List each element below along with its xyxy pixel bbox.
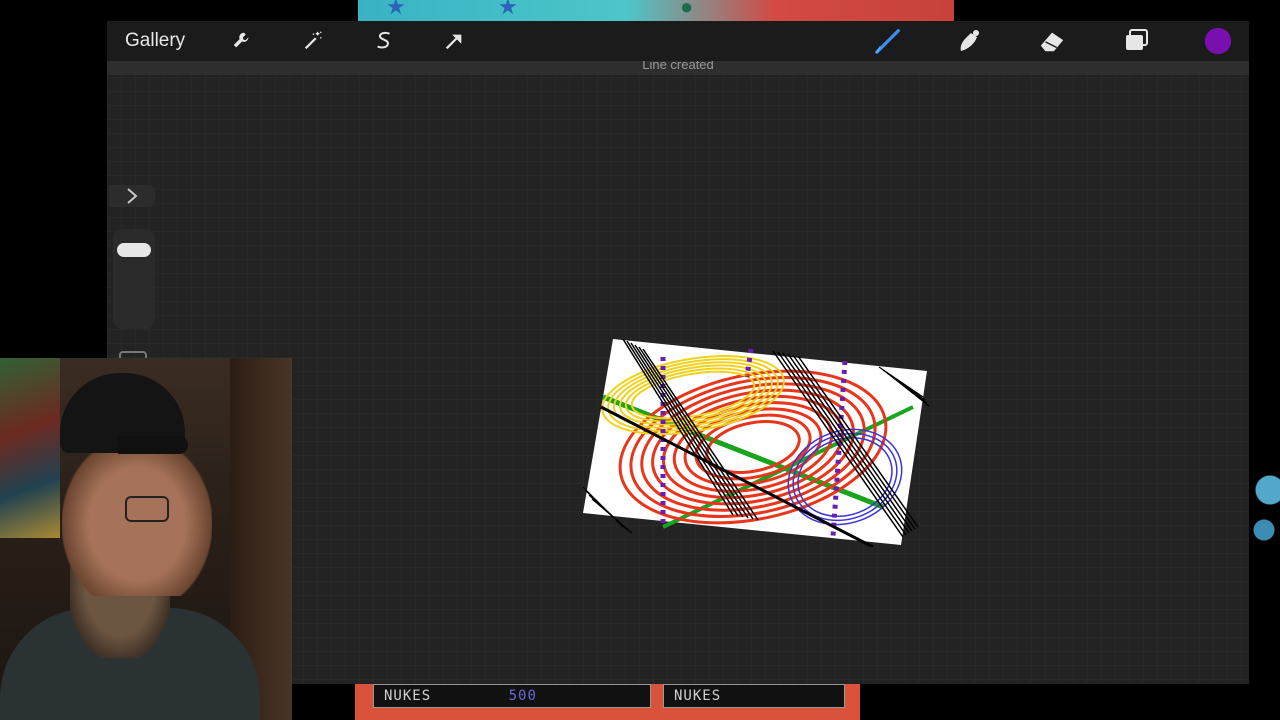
scoreboard-panel: NUKES: [663, 684, 845, 708]
background-game-scoreboard: NUKES 500 NUKES: [355, 684, 860, 720]
magic-wand-icon[interactable]: [299, 27, 327, 55]
background-game-art-top: ★ ★ ●: [358, 0, 954, 22]
top-toolbar: Gallery: [107, 21, 1249, 61]
scoreboard-score: 500: [508, 688, 537, 704]
background-game-art-right: [1250, 440, 1280, 570]
layers-icon[interactable]: [1122, 27, 1150, 55]
status-message: Line created: [642, 61, 714, 72]
gallery-button[interactable]: Gallery: [125, 30, 185, 52]
current-color-swatch: [1204, 27, 1232, 55]
selection-icon[interactable]: [370, 27, 398, 55]
scoreboard-label: NUKES: [674, 688, 722, 704]
chevron-right-icon: [127, 188, 138, 204]
brush-size-slider-handle[interactable]: [117, 243, 151, 257]
scoreboard-panel: NUKES 500: [373, 684, 651, 708]
smudge-icon[interactable]: [955, 27, 983, 55]
status-bar: Line created: [107, 61, 1249, 75]
star-icon: ★: [498, 0, 518, 19]
eraser-icon[interactable]: [1038, 27, 1066, 55]
transform-arrow-icon[interactable]: [440, 27, 468, 55]
star-icon: ★: [386, 0, 406, 19]
canvas-artwork[interactable]: [583, 337, 929, 547]
left-sidebar: [109, 185, 155, 369]
sidebar-toggle-button[interactable]: [109, 185, 155, 207]
scoreboard-label: NUKES: [384, 688, 432, 704]
wrench-icon[interactable]: [228, 27, 256, 55]
color-picker-button[interactable]: [1204, 27, 1232, 55]
dot-icon: ●: [680, 0, 694, 19]
brush-icon[interactable]: [874, 27, 902, 55]
webcam-overlay: [0, 358, 292, 720]
brush-size-slider[interactable]: [113, 229, 155, 329]
